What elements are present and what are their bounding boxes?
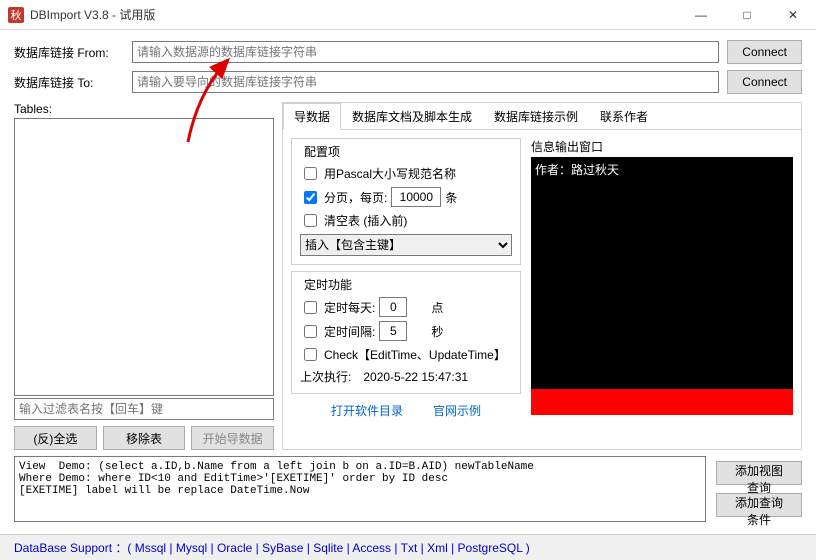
footer-status: DataBase Support ：( Mssql | Mysql | Orac… bbox=[0, 534, 816, 560]
demo-textbox[interactable]: View Demo: (select a.ID,b.Name from a le… bbox=[14, 456, 706, 522]
truncate-label: 清空表 (插入前) bbox=[324, 212, 407, 229]
tables-listbox[interactable] bbox=[14, 118, 274, 396]
interval-suffix: 秒 bbox=[431, 323, 443, 340]
tab-contact[interactable]: 联系作者 bbox=[589, 103, 659, 130]
conn-to-label: 数据库链接 To: bbox=[14, 74, 124, 91]
connect-from-button[interactable]: Connect bbox=[727, 40, 802, 64]
start-import-button[interactable]: 开始导数据 bbox=[191, 426, 274, 450]
pascal-label: 用Pascal大小写规范名称 bbox=[324, 165, 456, 182]
truncate-checkbox[interactable] bbox=[304, 214, 317, 227]
info-title: 信息输出窗口 bbox=[531, 138, 793, 155]
interval-input[interactable] bbox=[379, 321, 407, 341]
pascal-checkbox[interactable] bbox=[304, 167, 317, 180]
official-link[interactable]: 官网示例 bbox=[433, 402, 481, 419]
tables-filter-input[interactable] bbox=[14, 398, 274, 420]
interval-checkbox[interactable] bbox=[304, 325, 317, 338]
add-cond-button[interactable]: 添加查询条件 bbox=[716, 493, 802, 517]
select-all-button[interactable]: (反)全选 bbox=[14, 426, 97, 450]
insert-mode-select[interactable]: 插入【包含主键】 bbox=[300, 234, 512, 256]
conn-from-label: 数据库链接 From: bbox=[14, 44, 124, 61]
connect-to-button[interactable]: Connect bbox=[727, 70, 802, 94]
last-run-label: 上次执行: bbox=[300, 368, 351, 385]
checktime-checkbox[interactable] bbox=[304, 348, 317, 361]
app-icon: 秋 bbox=[8, 7, 24, 23]
tables-label: Tables: bbox=[14, 102, 274, 116]
paging-checkbox[interactable] bbox=[304, 191, 317, 204]
add-view-button[interactable]: 添加视图查询 bbox=[716, 461, 802, 485]
window-title: DBImport V3.8 - 试用版 bbox=[30, 6, 155, 23]
daily-label: 定时每天: bbox=[324, 299, 375, 316]
conn-from-input[interactable] bbox=[132, 41, 719, 63]
daily-checkbox[interactable] bbox=[304, 301, 317, 314]
info-output: 作者：路过秋天 bbox=[531, 157, 793, 389]
conn-to-input[interactable] bbox=[132, 71, 719, 93]
remove-table-button[interactable]: 移除表 bbox=[103, 426, 186, 450]
close-button[interactable]: ✕ bbox=[770, 0, 816, 30]
titlebar: 秋 DBImport V3.8 - 试用版 — □ ✕ bbox=[0, 0, 816, 30]
tab-examples[interactable]: 数据库链接示例 bbox=[483, 103, 589, 130]
info-author: 作者：路过秋天 bbox=[535, 163, 619, 177]
interval-label: 定时间隔: bbox=[324, 323, 375, 340]
tab-import[interactable]: 导数据 bbox=[283, 103, 341, 130]
paging-suffix: 条 bbox=[445, 189, 457, 206]
open-dir-link[interactable]: 打开软件目录 bbox=[331, 402, 403, 419]
daily-input[interactable] bbox=[379, 297, 407, 317]
daily-suffix: 点 bbox=[431, 299, 443, 316]
minimize-button[interactable]: — bbox=[678, 0, 724, 30]
tabs: 导数据 数据库文档及脚本生成 数据库链接示例 联系作者 bbox=[283, 103, 801, 130]
tab-docs[interactable]: 数据库文档及脚本生成 bbox=[341, 103, 483, 130]
checktime-label: Check【EditTime、UpdateTime】 bbox=[324, 346, 506, 363]
info-progress-bar bbox=[531, 389, 793, 415]
paging-label: 分页，每页: bbox=[324, 189, 387, 206]
last-run-value: 2020-5-22 15:47:31 bbox=[363, 370, 468, 384]
paging-input[interactable] bbox=[391, 187, 441, 207]
config-group-title: 配置项 bbox=[300, 143, 344, 160]
maximize-button[interactable]: □ bbox=[724, 0, 770, 30]
timer-group-title: 定时功能 bbox=[300, 276, 356, 293]
